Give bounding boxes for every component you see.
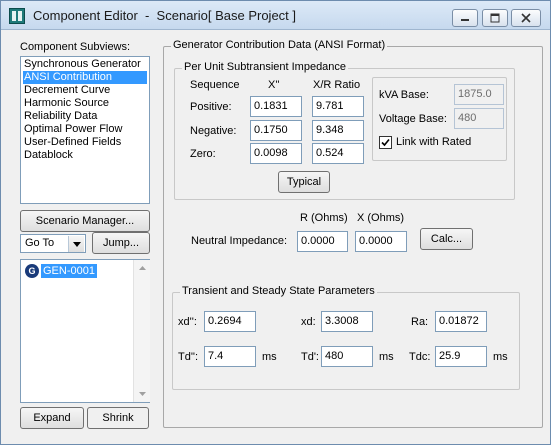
shrink-button[interactable]: Shrink [87,407,149,429]
impedance-group-title: Per Unit Subtransient Impedance [182,61,349,73]
tree-item-label: GEN-0001 [41,263,97,278]
typical-button[interactable]: Typical [278,171,330,193]
voltage-base-label: Voltage Base: [379,113,447,125]
scenario-manager-button[interactable]: Scenario Manager... [20,210,150,232]
xd-input[interactable]: 3.3008 [321,311,373,332]
subview-item[interactable]: Synchronous Generator [23,58,147,71]
calc-button[interactable]: Calc... [420,228,473,250]
chevron-down-icon[interactable] [68,236,84,252]
negative-x-input[interactable]: 0.1750 [250,120,302,141]
minimize-icon [461,19,469,21]
check-icon [381,138,390,147]
expand-button[interactable]: Expand [20,407,84,429]
negative-xr-input[interactable]: 9.348 [312,120,364,141]
tdc-input[interactable]: 25.9 [435,346,487,367]
xd-subtransient-input[interactable]: 0.2694 [204,311,256,332]
subview-item[interactable]: Reliability Data [23,110,147,123]
col-x-header: X'' [268,79,280,91]
scroll-down-icon[interactable] [134,386,150,402]
impedance-group: Per Unit Subtransient Impedance Sequence… [174,61,515,200]
ra-label: Ra: [411,316,429,328]
col-sequence-header: Sequence [190,79,240,91]
negative-label: Negative: [190,125,237,137]
close-icon [521,13,531,23]
ra-input[interactable]: 0.01872 [435,311,487,332]
generator-icon: G [25,263,39,278]
neutral-x-input[interactable]: 0.0000 [355,231,407,252]
tree-scrollbar[interactable] [133,260,150,402]
subviews-listbox[interactable]: Synchronous Generator ANSI Contribution … [20,56,150,204]
zero-x-input[interactable]: 0.0098 [250,143,302,164]
jump-button[interactable]: Jump... [92,232,150,254]
goto-select-value: Go To [25,237,55,249]
link-rated-label: Link with Rated [396,136,472,148]
scroll-up-icon[interactable] [134,260,150,276]
td-transient-unit: ms [379,351,394,363]
td-subtransient-input[interactable]: 7.4 [204,346,256,367]
maximize-icon [490,13,500,23]
positive-xr-input[interactable]: 9.781 [312,96,364,117]
component-tree[interactable]: G GEN-0001 [20,259,150,403]
app-icon [9,8,25,24]
positive-label: Positive: [190,101,232,113]
neutral-impedance-label: Neutral Impedance: [191,235,287,247]
td-subtransient-label: Td'': [178,351,199,363]
zero-xr-input[interactable]: 0.524 [312,143,364,164]
xd-subtransient-label: xd'': [178,316,197,328]
neutral-r-header: R (Ohms) [300,212,348,224]
tdc-label: Tdc: [409,351,431,363]
positive-x-input[interactable]: 0.1831 [250,96,302,117]
subviews-label: Component Subviews: [20,41,131,53]
component-editor-window: Component Editor - Scenario[ Base Projec… [0,0,551,445]
minimize-button[interactable] [452,9,478,27]
neutral-r-input[interactable]: 0.0000 [297,231,348,252]
transient-group-title: Transient and Steady State Parameters [180,285,377,297]
td-subtransient-unit: ms [262,351,277,363]
subview-item[interactable]: Datablock [23,149,147,162]
client-area: Component Subviews: Synchronous Generato… [7,35,544,439]
subview-item[interactable]: User-Defined Fields [23,136,147,149]
tree-item-gen[interactable]: G GEN-0001 [25,263,97,278]
xd-label: xd: [301,316,316,328]
zero-label: Zero: [190,148,216,160]
col-xr-header: X/R Ratio [313,79,361,91]
voltage-base-input: 480 [454,108,504,129]
subview-item-selected[interactable]: ANSI Contribution [23,71,147,84]
generator-contribution-title: Generator Contribution Data (ANSI Format… [171,39,388,51]
subview-item[interactable]: Harmonic Source [23,97,147,110]
maximize-button[interactable] [482,9,508,27]
kva-base-input: 1875.0 [454,84,504,105]
td-transient-input[interactable]: 480 [321,346,373,367]
kva-base-label: kVA Base: [379,89,429,101]
subview-item[interactable]: Decrement Curve [23,84,147,97]
tdc-unit: ms [493,351,508,363]
td-transient-label: Td': [301,351,319,363]
generator-contribution-group: Generator Contribution Data (ANSI Format… [163,39,543,428]
close-button[interactable] [511,9,541,27]
link-rated-checkbox[interactable] [379,136,392,149]
window-title: Component Editor - Scenario[ Base Projec… [33,8,297,23]
neutral-x-header: X (Ohms) [357,212,405,224]
title-bar[interactable]: Component Editor - Scenario[ Base Projec… [1,1,550,30]
transient-group: Transient and Steady State Parameters xd… [172,285,520,390]
goto-select[interactable]: Go To [20,234,86,253]
base-group: kVA Base: 1875.0 Voltage Base: 480 Link … [372,77,507,161]
subview-item[interactable]: Optimal Power Flow [23,123,147,136]
